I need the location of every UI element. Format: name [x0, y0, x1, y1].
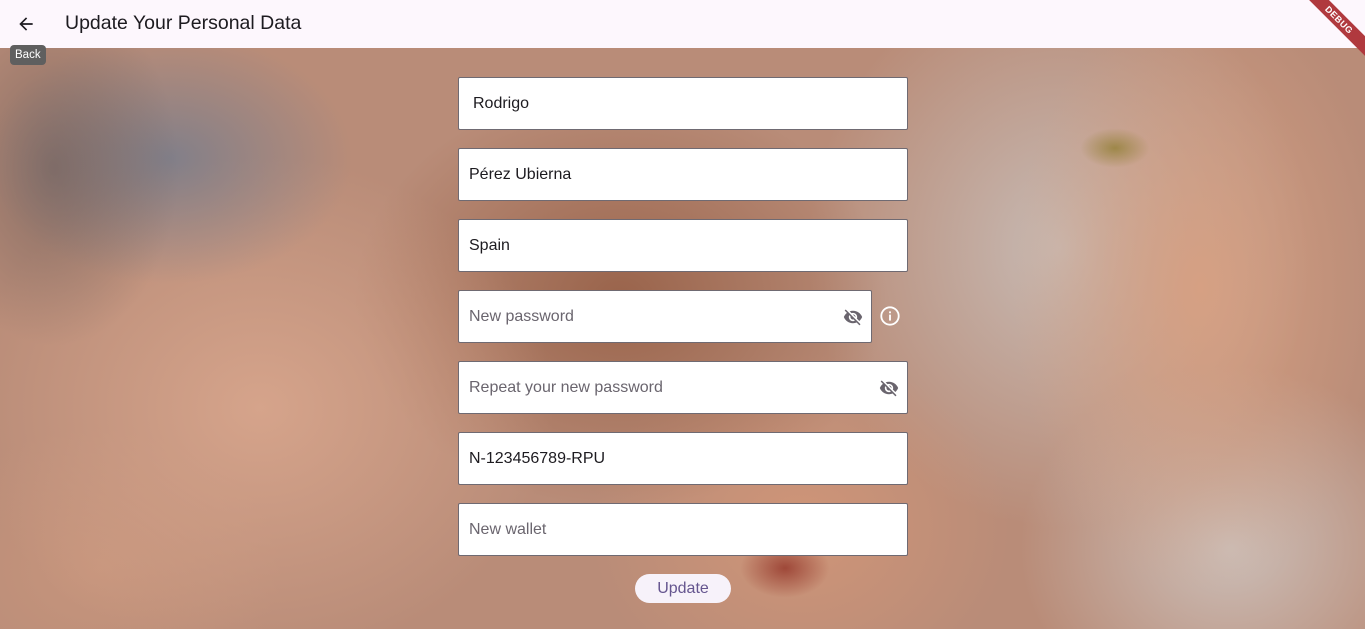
visibility-off-icon [843, 309, 863, 326]
new-password-field[interactable] [458, 290, 872, 343]
info-icon [880, 306, 900, 326]
password-info-button[interactable] [878, 304, 902, 328]
repeat-password-input[interactable] [459, 362, 907, 413]
visibility-off-icon [879, 380, 899, 397]
repeat-password-field[interactable] [458, 361, 908, 414]
back-tooltip: Back [10, 45, 46, 65]
wallet-input[interactable] [459, 433, 907, 484]
back-button[interactable] [8, 6, 44, 42]
first-name-input[interactable] [459, 78, 907, 129]
debug-banner: DEBUG [1301, 0, 1365, 64]
country-field[interactable] [458, 219, 908, 272]
page-title: Update Your Personal Data [65, 12, 302, 34]
new-wallet-input[interactable] [459, 504, 907, 555]
first-name-field[interactable] [458, 77, 908, 130]
app-bar: Update Your Personal Data [0, 0, 1365, 48]
debug-label: DEBUG [1301, 0, 1365, 61]
last-name-field[interactable] [458, 148, 908, 201]
new-wallet-field[interactable] [458, 503, 908, 556]
update-button[interactable]: Update [635, 574, 731, 603]
last-name-input[interactable] [459, 149, 907, 200]
toggle-password-visibility-button[interactable] [841, 305, 865, 329]
toggle-repeat-password-visibility-button[interactable] [877, 376, 901, 400]
wallet-field[interactable] [458, 432, 908, 485]
arrow-left-icon [19, 17, 33, 31]
personal-data-form: Update [0, 0, 1365, 629]
new-password-input[interactable] [459, 291, 871, 342]
country-input[interactable] [459, 220, 907, 271]
